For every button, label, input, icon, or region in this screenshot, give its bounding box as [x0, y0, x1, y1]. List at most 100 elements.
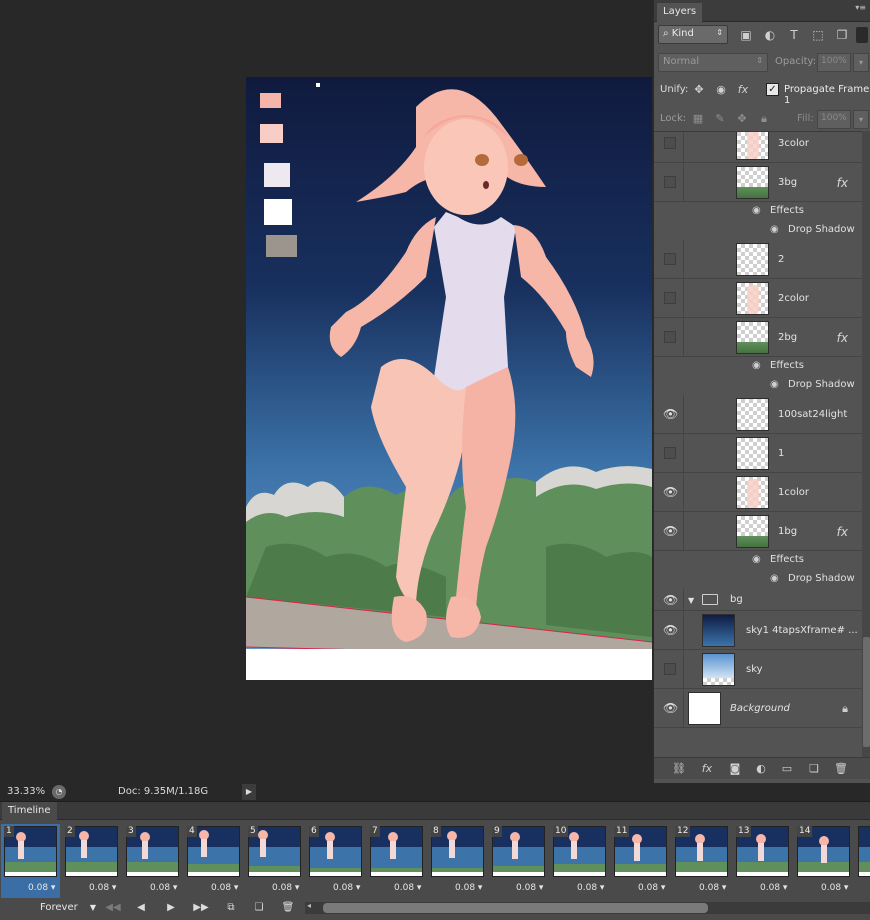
visibility-toggle[interactable] [654, 163, 684, 201]
status-menu-arrow-icon[interactable]: ▶ [242, 784, 256, 800]
visibility-toggle[interactable]: 👁︎ [654, 395, 684, 433]
drop-shadow-row[interactable]: ◉ Drop Shadow [654, 376, 862, 395]
animation-frame[interactable]: 8 0.08 ▾ [428, 824, 487, 898]
effects-row[interactable]: ◉ Effects [654, 551, 862, 570]
status-info-icon[interactable]: ◔ [52, 785, 66, 799]
visibility-toggle[interactable]: 👁︎ [654, 611, 684, 649]
layer-row[interactable]: 👁︎ 100sat24light [654, 395, 862, 434]
layer-row[interactable]: 2 [654, 240, 862, 279]
frame-delay[interactable]: 0.08 ▾ [150, 883, 177, 893]
next-frame-icon[interactable]: ▶▶ [190, 900, 212, 916]
animation-frame[interactable]: 1 0.08 ▾ [1, 824, 60, 898]
frame-delay[interactable]: 0.08 ▾ [211, 883, 238, 893]
previous-frame-icon[interactable]: ◀ [130, 900, 152, 916]
first-frame-icon[interactable]: ◀◀ [102, 900, 124, 916]
animation-frame[interactable]: 6 0.08 ▾ [306, 824, 365, 898]
opacity-dropdown-icon[interactable]: ▾ [853, 53, 869, 72]
frame-delay[interactable]: 0.08 ▾ [638, 883, 665, 893]
layer-row[interactable]: 👁︎ 1bg fx [654, 512, 862, 551]
frame-delay[interactable]: 0.08 ▾ [699, 883, 726, 893]
link-layers-icon[interactable]: ⛓ [670, 761, 688, 777]
add-style-icon[interactable]: fx [698, 761, 716, 777]
layers-tab[interactable]: Layers [657, 3, 703, 22]
effects-row[interactable]: ◉ Effects [654, 202, 862, 221]
layer-row[interactable]: sky [654, 650, 862, 689]
timeline-scrollbar-thumb[interactable] [323, 903, 708, 913]
filter-toggle-icon[interactable] [856, 27, 868, 43]
drop-shadow-row[interactable]: ◉ Drop Shadow [654, 221, 862, 240]
zoom-level[interactable]: 33.33% [7, 786, 45, 797]
background-layer-row[interactable]: 👁︎ Background 🔒︎ [654, 689, 862, 728]
opacity-field[interactable]: 100% [817, 53, 851, 72]
lock-all-icon[interactable]: 🔒︎ [756, 111, 772, 127]
loop-options-select[interactable]: Forever ▼ [30, 899, 98, 917]
visibility-toggle[interactable] [654, 132, 684, 162]
eye-icon[interactable]: ◉ [770, 224, 779, 235]
animation-frame[interactable]: 12 0.08 ▾ [672, 824, 731, 898]
propagate-frame-checkbox[interactable]: ✓ [766, 83, 779, 96]
visibility-toggle[interactable] [654, 240, 684, 278]
fill-dropdown-icon[interactable]: ▾ [853, 110, 869, 129]
layer-row[interactable]: 3bg fx [654, 163, 862, 202]
effects-row[interactable]: ◉ Effects [654, 357, 862, 376]
timeline-scrollbar[interactable]: ◂ [305, 901, 870, 914]
visibility-toggle[interactable] [654, 650, 684, 688]
animation-frame[interactable] [855, 824, 870, 898]
layer-effects-icon[interactable]: fx [837, 176, 848, 190]
fill-field[interactable]: 100% [817, 110, 851, 129]
frame-delay[interactable]: 0.08 ▾ [394, 883, 421, 893]
animation-frame[interactable]: 7 0.08 ▾ [367, 824, 426, 898]
smart-object-filter-icon[interactable]: ❐ [834, 27, 850, 43]
eye-icon[interactable]: ◉ [752, 554, 761, 565]
animation-frame[interactable]: 4 0.08 ▾ [184, 824, 243, 898]
lock-transparency-icon[interactable]: ▦ [690, 111, 706, 127]
type-filter-icon[interactable]: T [786, 27, 802, 43]
layer-row[interactable]: 3color [654, 132, 862, 163]
layer-row[interactable]: 👁︎ sky1 4tapsXframe# ... [654, 611, 862, 650]
drop-shadow-row[interactable]: ◉ Drop Shadow [654, 570, 862, 589]
lock-pixels-icon[interactable]: ✎ [712, 111, 728, 127]
animation-frame[interactable]: 11 0.08 ▾ [611, 824, 670, 898]
unify-visibility-icon[interactable]: ◉ [712, 81, 730, 99]
visibility-toggle[interactable]: 👁︎ [654, 589, 684, 610]
frame-delay[interactable]: 0.08 ▾ [577, 883, 604, 893]
layer-row[interactable]: 👁︎ 1color [654, 473, 862, 512]
frame-delay[interactable]: 0.08 ▾ [89, 883, 116, 893]
layer-effects-icon[interactable]: fx [837, 331, 848, 345]
unify-style-icon[interactable]: fx [734, 81, 752, 99]
animation-frame[interactable]: 14 0.08 ▾ [794, 824, 853, 898]
play-icon[interactable]: ▶ [160, 900, 182, 916]
frame-delay[interactable]: 0.08 ▾ [333, 883, 360, 893]
animation-frame[interactable]: 3 0.08 ▾ [123, 824, 182, 898]
visibility-toggle[interactable]: 👁︎ [654, 473, 684, 511]
frame-delay[interactable]: 0.08 ▾ [516, 883, 543, 893]
unify-position-icon[interactable]: ✥ [690, 81, 708, 99]
animation-frame[interactable]: 5 0.08 ▾ [245, 824, 304, 898]
add-mask-icon[interactable]: ◙ [726, 761, 744, 777]
lock-position-icon[interactable]: ✥ [734, 111, 750, 127]
tween-icon[interactable]: ⧉ [220, 900, 242, 916]
blend-mode-select[interactable]: Normal ⇕ [658, 53, 768, 72]
layer-group-row[interactable]: 👁︎ bg ▼ [654, 589, 862, 611]
shape-filter-icon[interactable]: ⬚ [810, 27, 826, 43]
duplicate-frame-icon[interactable]: ❏ [248, 900, 270, 916]
animation-frame[interactable]: 13 0.08 ▾ [733, 824, 792, 898]
frame-delay[interactable]: 0.08 ▾ [821, 883, 848, 893]
document-canvas[interactable] [246, 77, 652, 680]
layer-row[interactable]: 2color [654, 279, 862, 318]
animation-frame[interactable]: 10 0.08 ▾ [550, 824, 609, 898]
new-layer-icon[interactable]: ❏ [805, 761, 823, 777]
visibility-toggle[interactable] [654, 434, 684, 472]
animation-frame[interactable]: 2 0.08 ▾ [62, 824, 121, 898]
layer-row[interactable]: 1 [654, 434, 862, 473]
visibility-toggle[interactable]: 👁︎ [654, 689, 684, 727]
visibility-toggle[interactable]: 👁︎ [654, 512, 684, 550]
group-expand-icon[interactable]: ▼ [688, 596, 694, 605]
pixel-filter-icon[interactable]: ▣ [738, 27, 754, 43]
scroll-left-icon[interactable]: ◂ [307, 901, 311, 910]
frame-delay[interactable]: 0.08 ▾ [272, 883, 299, 893]
layers-scrollbar-thumb[interactable] [863, 637, 870, 747]
timeline-tab[interactable]: Timeline [2, 802, 57, 820]
animation-frame[interactable]: 9 0.08 ▾ [489, 824, 548, 898]
adjustment-filter-icon[interactable]: ◐ [762, 27, 778, 43]
